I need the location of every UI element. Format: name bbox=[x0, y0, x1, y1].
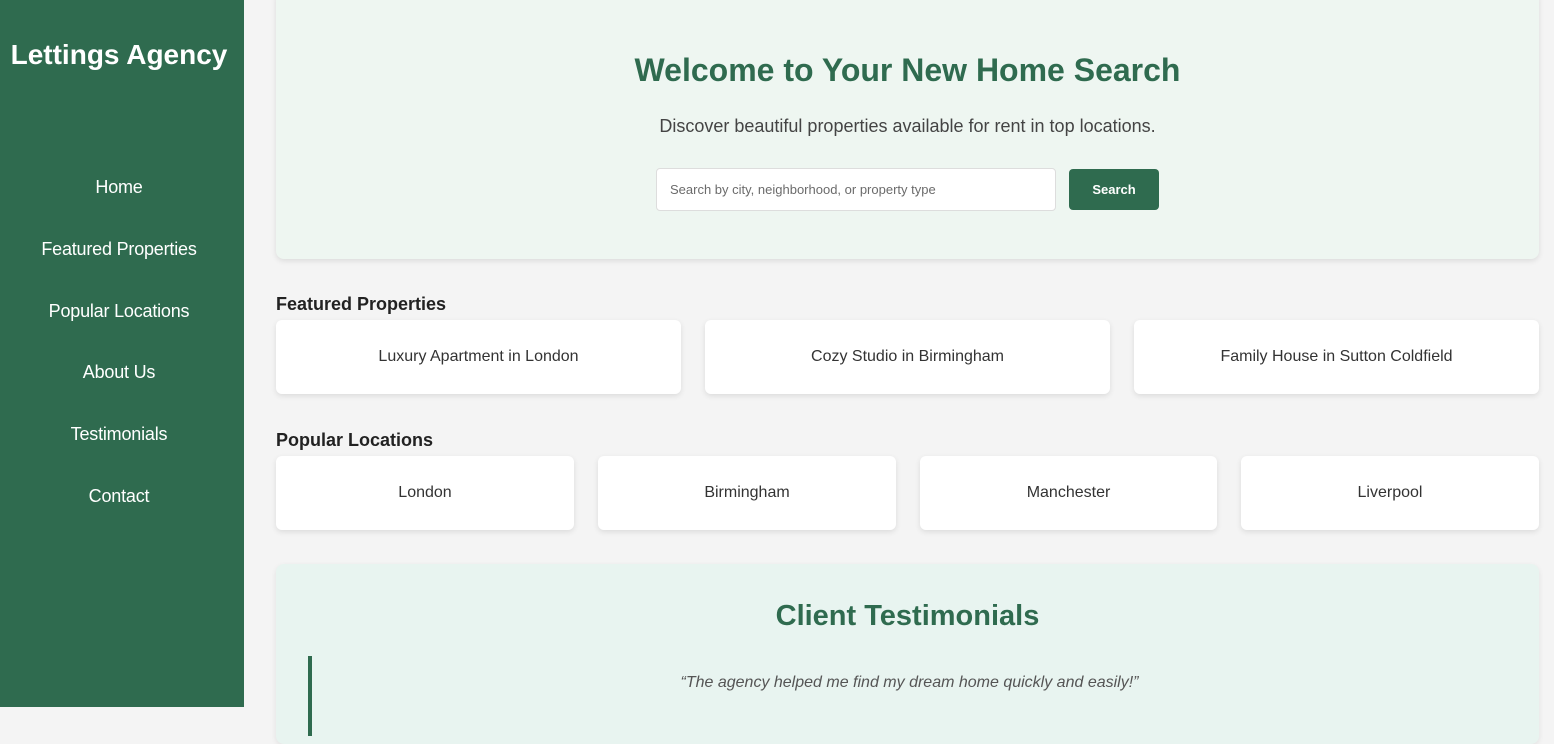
nav-link-popular-locations[interactable]: Popular Locations bbox=[0, 290, 238, 332]
featured-properties-title: Featured Properties bbox=[276, 294, 447, 314]
testimonials-title: Client Testimonials bbox=[775, 600, 1040, 632]
property-card-family-house-sutton-coldfield[interactable]: Family House in Sutton Coldfield bbox=[1134, 320, 1539, 394]
location-card-birmingham[interactable]: Birmingham bbox=[598, 456, 896, 530]
nav-link-testimonials[interactable]: Testimonials bbox=[0, 413, 238, 455]
brand-title: Lettings Agency bbox=[10, 39, 228, 70]
hero-section: Welcome to Your New Home Search Discover… bbox=[276, 0, 1539, 259]
hero-subtitle: Discover beautiful properties available … bbox=[659, 116, 1156, 136]
hero-title: Welcome to Your New Home Search bbox=[634, 52, 1181, 88]
search-input[interactable] bbox=[656, 168, 1056, 211]
nav-item-popular-locations: Popular Locations bbox=[0, 290, 238, 352]
testimonials-section: Client Testimonials “The agency helped m… bbox=[276, 564, 1539, 744]
nav-item-featured-properties: Featured Properties bbox=[0, 228, 238, 290]
nav-item-testimonials: Testimonials bbox=[0, 413, 238, 475]
property-card-cozy-studio-birmingham[interactable]: Cozy Studio in Birmingham bbox=[705, 320, 1110, 394]
testimonial-quote-text: “The agency helped me find my dream home… bbox=[680, 674, 1139, 691]
nav-item-contact: Contact bbox=[0, 475, 238, 537]
nav-link-contact[interactable]: Contact bbox=[0, 475, 238, 517]
nav-item-home: Home bbox=[0, 166, 238, 228]
popular-locations-title: Popular Locations bbox=[276, 430, 434, 450]
location-card-london[interactable]: London bbox=[276, 456, 574, 530]
property-card-luxury-apartment-london[interactable]: Luxury Apartment in London bbox=[276, 320, 681, 394]
nav-item-about-us: About Us bbox=[0, 351, 238, 413]
location-card-manchester[interactable]: Manchester bbox=[920, 456, 1217, 530]
nav-link-about-us[interactable]: About Us bbox=[0, 351, 238, 393]
nav-link-featured-properties[interactable]: Featured Properties bbox=[0, 228, 238, 270]
nav-link-home[interactable]: Home bbox=[0, 166, 238, 208]
sidebar: Lettings Agency Home Featured Properties… bbox=[0, 0, 244, 707]
search-button[interactable]: Search bbox=[1069, 169, 1159, 210]
sidebar-nav: Home Featured Properties Popular Locatio… bbox=[0, 166, 238, 537]
location-card-liverpool[interactable]: Liverpool bbox=[1241, 456, 1539, 530]
testimonial-quote: “The agency helped me find my dream home… bbox=[308, 656, 1507, 736]
